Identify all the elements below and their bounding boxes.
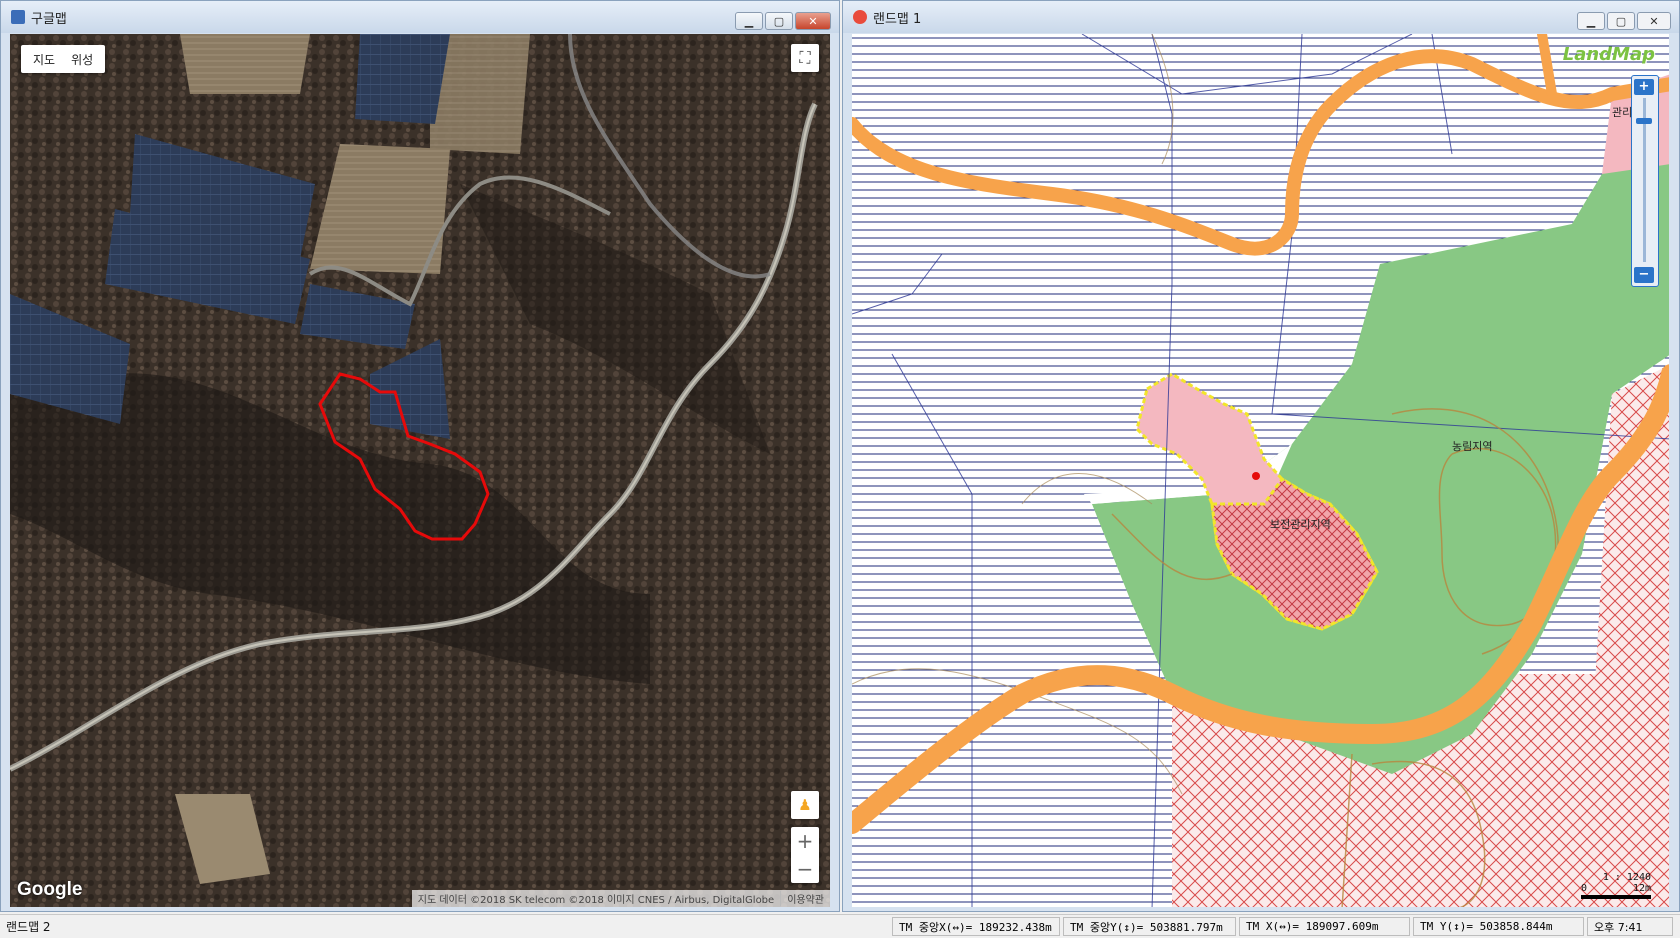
fullscreen-icon: ⛶ (799, 48, 811, 67)
google-map-window: 구글맵 ▁ ▢ ✕ 지도 위성 ⛶ ♟ + − Google 지도 데이터 ©2… (0, 0, 840, 912)
app-icon (11, 10, 25, 24)
google-logo: Google (17, 879, 83, 900)
zoom-slider[interactable]: + − (1631, 75, 1659, 287)
landmap-window: 랜드맵 1 ▁ ▢ ✕ 농림지역 보전관리지역 관리지 LandMap + − … (842, 0, 1680, 912)
maximize-icon: ▢ (773, 14, 785, 28)
zone-label-agriculture-forest: 농림지역 (1452, 440, 1493, 453)
zone-label-conservation: 보전관리지역 (1270, 518, 1331, 531)
zoom-out-button[interactable]: − (1634, 267, 1654, 283)
scale-distance: 12m (1632, 883, 1651, 894)
status-time: 오후 7:41 (1587, 917, 1673, 936)
window-title: 랜드맵 1 (873, 11, 922, 27)
title-bar[interactable]: 랜드맵 1 ▁ ▢ ✕ (843, 1, 1679, 33)
satellite-map[interactable]: 지도 위성 ⛶ ♟ + − Google 지도 데이터 ©2018 SK tel… (10, 34, 830, 907)
fullscreen-button[interactable]: ⛶ (791, 44, 819, 72)
zoom-in-button[interactable]: + (791, 827, 819, 855)
status-bar: 랜드맵 2 TM 중앙X(↔)= 189232.438m TM 중앙Y(↕)= … (0, 914, 1680, 938)
scale-line (1581, 895, 1651, 899)
maximize-button[interactable]: ▢ (765, 12, 793, 30)
map-type-map[interactable]: 지도 (25, 51, 63, 68)
zoning-map-canvas (852, 34, 1669, 907)
scale-ratio: 1 : 1240 (1602, 872, 1651, 883)
close-button[interactable]: ✕ (1637, 12, 1671, 30)
window-title: 구글맵 (31, 11, 67, 27)
map-type-satellite[interactable]: 위성 (63, 51, 101, 68)
status-app-name: 랜드맵 2 (6, 920, 51, 934)
attribution-text: 지도 데이터 ©2018 SK telecom ©2018 이미지 CNES /… (417, 895, 775, 906)
tm-center-x: TM 중앙X(↔)= 189232.438m (892, 917, 1060, 936)
landmap-logo: LandMap (1562, 44, 1655, 65)
terms-link[interactable]: 이용약관 (780, 891, 830, 906)
minimize-button[interactable]: ▁ (1577, 12, 1605, 30)
close-icon: ✕ (1649, 14, 1659, 28)
location-marker (1252, 472, 1260, 480)
scale-bar: 1 : 1240 0 12m (1581, 872, 1651, 899)
pegman-button[interactable]: ♟ (791, 791, 819, 819)
landmap-app-icon (853, 10, 867, 24)
map-type-control: 지도 위성 (21, 45, 106, 73)
title-bar[interactable]: 구글맵 ▁ ▢ ✕ (1, 1, 839, 33)
zoom-out-button[interactable]: − (791, 855, 819, 883)
minimize-button[interactable]: ▁ (735, 12, 763, 30)
maximize-icon: ▢ (1615, 14, 1627, 28)
zoom-in-button[interactable]: + (1634, 79, 1654, 95)
scale-start: 0 (1581, 883, 1588, 894)
map-attribution: 지도 데이터 ©2018 SK telecom ©2018 이미지 CNES /… (411, 890, 830, 907)
zoom-control: + − (791, 827, 819, 883)
pegman-icon: ♟ (798, 796, 812, 814)
tm-x: TM X(↔)= 189097.609m (1239, 917, 1410, 936)
satellite-imagery (10, 34, 830, 907)
maximize-button[interactable]: ▢ (1607, 12, 1635, 30)
landuse-map[interactable]: 농림지역 보전관리지역 관리지 LandMap + − 1 : 1240 0 1… (852, 34, 1669, 907)
minimize-icon: ▁ (744, 14, 754, 28)
close-button[interactable]: ✕ (795, 12, 831, 30)
tm-y: TM Y(↕)= 503858.844m (1413, 917, 1584, 936)
close-icon: ✕ (808, 14, 818, 28)
zoom-thumb[interactable] (1636, 118, 1652, 124)
tm-center-y: TM 중앙Y(↕)= 503881.797m (1063, 917, 1236, 936)
minimize-icon: ▁ (1586, 14, 1596, 28)
